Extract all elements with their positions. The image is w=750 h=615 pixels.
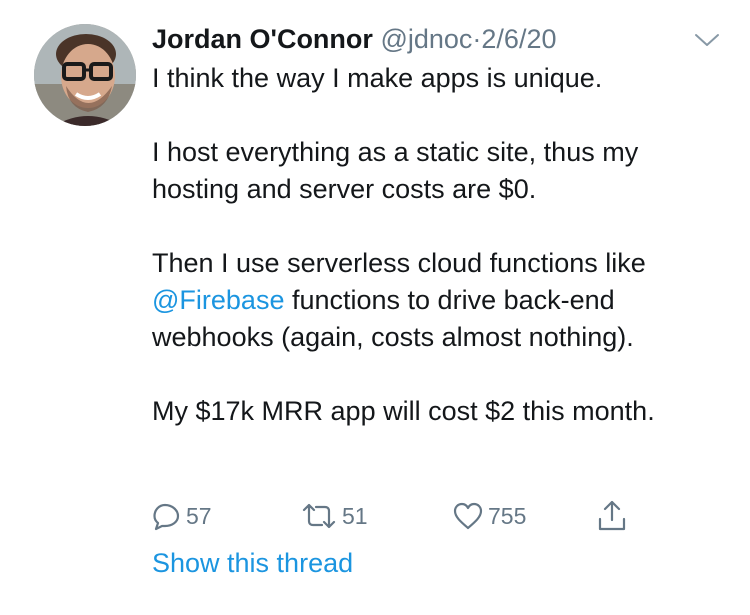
like-button[interactable]: 755 [452, 496, 526, 536]
retweet-count: 51 [342, 502, 368, 529]
avatar-photo [34, 24, 136, 126]
tweet-paragraph: I think the way I make apps is unique. [152, 60, 732, 97]
avatar[interactable] [34, 24, 136, 126]
show-thread-link[interactable]: Show this thread [152, 548, 353, 579]
tweet-header: Jordan O'Connor @jdnoc·2/6/20 [152, 20, 712, 58]
tweet-text: I think the way I make apps is unique. I … [152, 60, 732, 430]
more-options-button[interactable] [694, 30, 720, 50]
tweet-text-segment: Then I use serverless cloud functions li… [152, 248, 646, 278]
tweet-text-segment: My $17k MRR app will cost $2 this month. [152, 396, 655, 426]
reply-count: 57 [186, 502, 212, 529]
heart-icon [453, 502, 483, 530]
reply-button[interactable]: 57 [152, 496, 212, 536]
author-handle[interactable]: @jdnoc [380, 24, 472, 54]
tweet-paragraph: I host everything as a static site, thus… [152, 134, 732, 208]
mention-link[interactable]: @Firebase [152, 285, 284, 315]
reply-icon [153, 503, 180, 531]
tweet-text-segment: I think the way I make apps is unique. [152, 63, 603, 93]
retweet-button[interactable]: 51 [300, 496, 368, 536]
chevron-down-icon [695, 34, 719, 46]
action-bar: 57 51 755 [152, 496, 672, 536]
share-button[interactable] [596, 496, 628, 536]
tweet-paragraph: My $17k MRR app will cost $2 this month. [152, 393, 732, 430]
tweet-paragraph: Then I use serverless cloud functions li… [152, 245, 732, 356]
share-icon [598, 500, 626, 531]
like-count: 755 [488, 502, 527, 529]
tweet-date[interactable]: 2/6/20 [481, 24, 556, 54]
author-name[interactable]: Jordan O'Connor [152, 24, 373, 54]
retweet-icon [302, 503, 336, 529]
tweet-text-segment: I host everything as a static site, thus… [152, 137, 639, 204]
